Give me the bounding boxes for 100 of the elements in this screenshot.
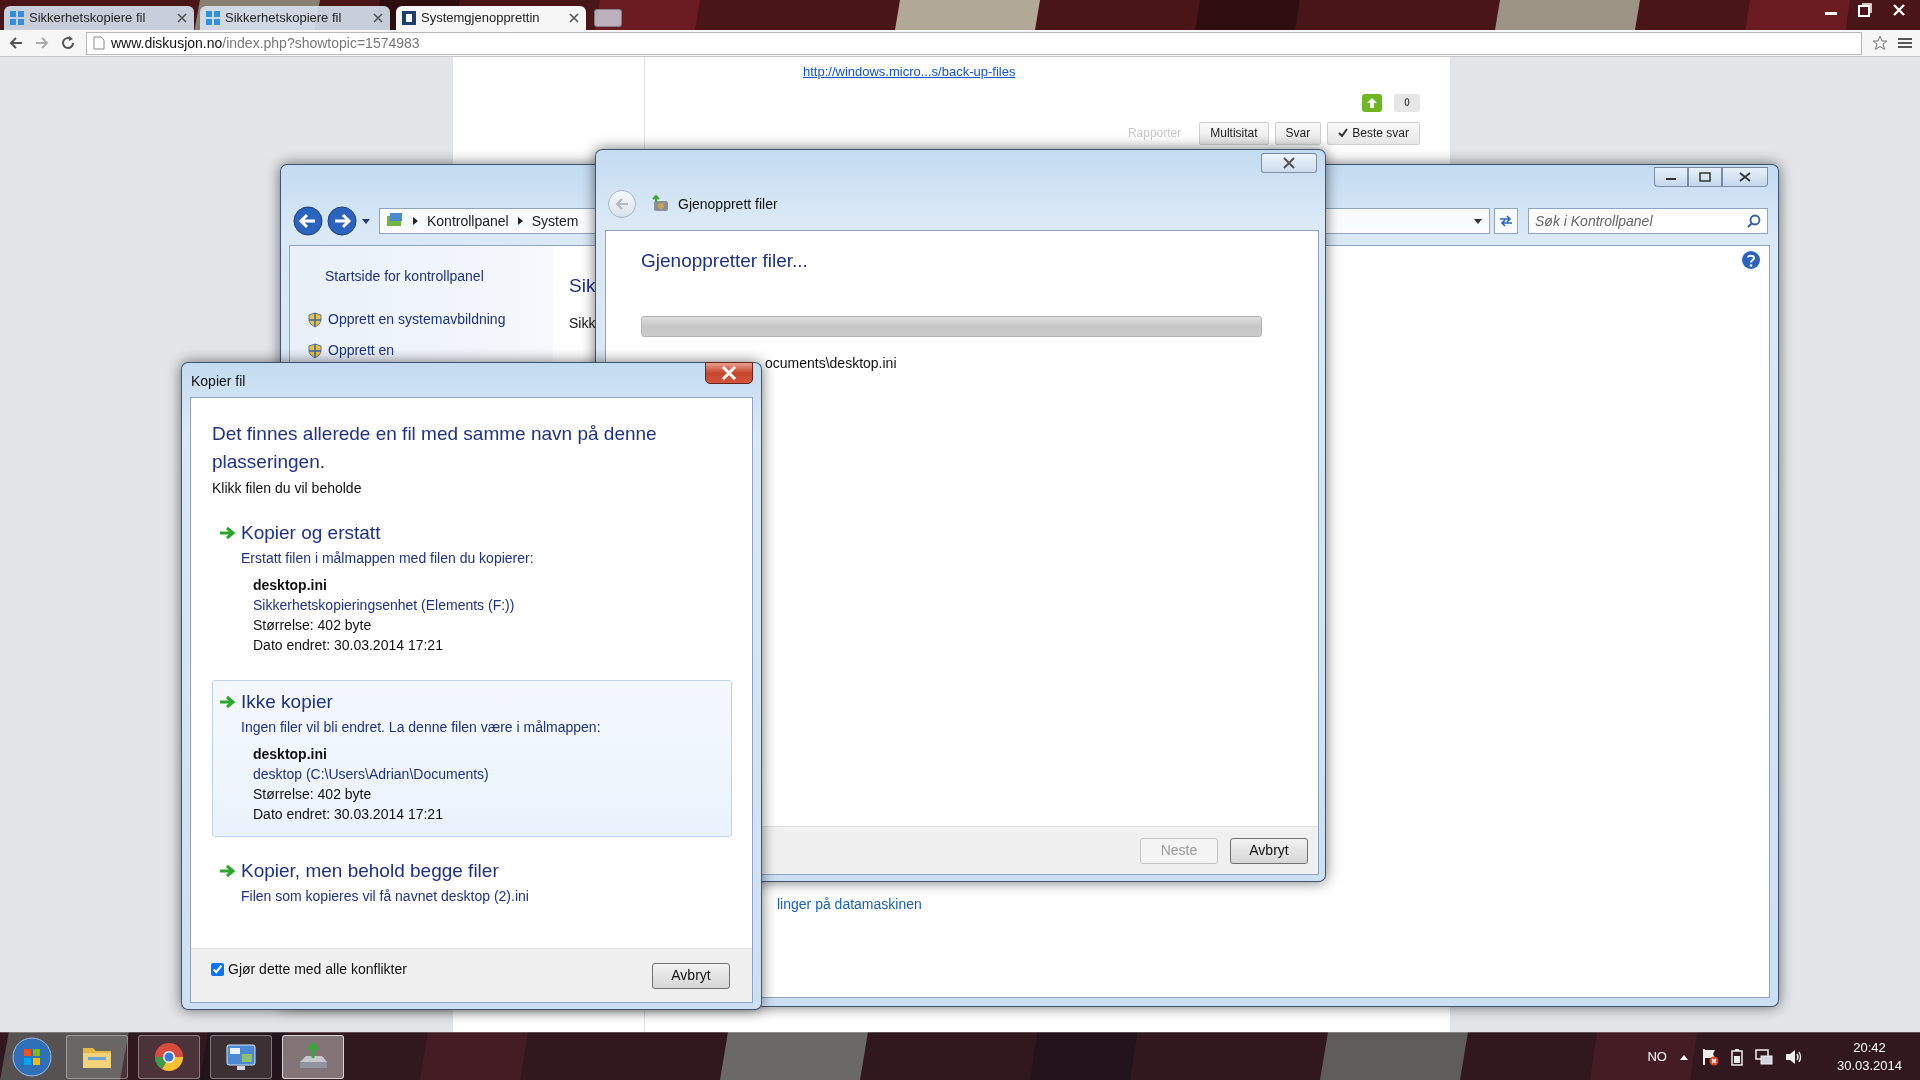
- search-icon[interactable]: [1747, 214, 1761, 228]
- close-button[interactable]: [1722, 167, 1768, 187]
- sidebar-link[interactable]: Opprett en: [328, 340, 395, 361]
- dialog-title: Gjenopprett filer: [678, 194, 778, 214]
- checkbox-label: Gjør dette med alle konflikter: [228, 960, 407, 979]
- taskbar-button[interactable]: [282, 1034, 344, 1079]
- option-title: Ikke kopier: [241, 690, 333, 714]
- close-icon: [1739, 172, 1751, 182]
- back-icon: [615, 198, 629, 210]
- refresh-button[interactable]: [1494, 208, 1518, 234]
- taskbar-button[interactable]: [66, 1034, 128, 1079]
- browser-tab[interactable]: Sikkerhetskopiere fil: [200, 6, 390, 30]
- taskbar-button[interactable]: [138, 1034, 200, 1079]
- dropdown-icon[interactable]: [1473, 217, 1483, 225]
- option-description: Erstatt filen i målmappen med filen du kopierer:: [241, 549, 535, 568]
- help-icon[interactable]: [1741, 250, 1761, 270]
- shield-icon: [308, 342, 322, 359]
- arrow-icon: [219, 694, 237, 710]
- forward-button[interactable]: [327, 206, 357, 236]
- star-icon[interactable]: [1872, 35, 1888, 51]
- close-button[interactable]: [1261, 153, 1317, 173]
- breadcrumb-item[interactable]: System: [531, 210, 579, 232]
- close-icon[interactable]: [568, 12, 580, 24]
- dialog-button[interactable]: Avbryt: [1230, 837, 1308, 864]
- restore-icon: [652, 195, 670, 213]
- option-title: Kopier og erstatt: [241, 521, 381, 545]
- flag-icon[interactable]: [1700, 1047, 1719, 1066]
- arrow-icon: [219, 525, 237, 541]
- file-date: Dato endret: 30.03.2014 17:21: [253, 636, 444, 655]
- page-heading: Sik: [569, 274, 597, 298]
- file-size: Størrelse: 402 byte: [253, 785, 373, 804]
- dropdown-icon[interactable]: [361, 217, 371, 225]
- menu-icon[interactable]: [1898, 36, 1912, 50]
- sidebar-link[interactable]: Opprett en systemavbildning: [328, 309, 506, 330]
- chevron-icon: [412, 216, 419, 226]
- maximize-icon[interactable]: [1858, 3, 1872, 17]
- address-bar[interactable]: www.diskusjon.no/index.php?showtopic=1574983: [86, 31, 1862, 55]
- post-action-button[interactable]: Svar: [1274, 121, 1322, 145]
- tab-title: Sikkerhetskopiere fil: [225, 9, 343, 28]
- dialog-heading: Gjenoppretter filer...: [641, 249, 809, 273]
- dialog-title: Kopier fil: [191, 372, 246, 391]
- clock-date[interactable]: 30.03.2014: [1836, 1056, 1902, 1075]
- post-link[interactable]: http://windows.micro...s/back-up-files: [803, 62, 1420, 82]
- breadcrumb-item[interactable]: Kontrollpanel: [427, 210, 509, 232]
- chevron-icon: [516, 216, 524, 226]
- back-button[interactable]: [293, 206, 323, 236]
- post-action-button[interactable]: Multisitat: [1199, 121, 1269, 145]
- shield-icon: [308, 311, 322, 328]
- vote-count: 0: [1394, 93, 1420, 112]
- body-text: Sikk: [569, 313, 596, 333]
- browser-tab[interactable]: Sikkerhetskopiere fil: [4, 6, 194, 30]
- file-location: Sikkerhetskopieringsenhet (Elements (F:)): [253, 596, 516, 615]
- tile-icon: [10, 11, 24, 25]
- back-icon[interactable]: [8, 35, 24, 51]
- post-action-button[interactable]: Beste svar: [1327, 121, 1420, 145]
- dialog-heading: Det finnes allerede en fil med samme navn på denne plasseringen.: [212, 422, 658, 474]
- arrow-icon: [1367, 97, 1377, 108]
- maximize-icon: [1699, 172, 1711, 182]
- maximize-button[interactable]: [1688, 167, 1722, 187]
- option-description: Filen som kopieres vil få navnet desktop (2).ini: [241, 887, 530, 906]
- close-button[interactable]: [705, 362, 753, 384]
- choice-option[interactable]: Ikke kopier Ingen filer vil bli endret. La denne filen være i målmappen: desktop.ini desktop (C:\Users\Adrian\Documents) Størrelse: 402 byte Dato endret: 30.03.2014 17:21: [212, 680, 732, 837]
- close-icon: [721, 366, 737, 380]
- choice-option[interactable]: Kopier og erstatt Erstatt filen i målmappen med filen du kopierer: desktop.ini Sikkerhetskopieringsenhet (Elements (F:)) Størrelse: 402 byte Dato endret: 30.03.2014 17:21: [212, 511, 732, 668]
- option-title: Kopier, men behold begge filer: [241, 859, 499, 883]
- file-location: desktop (C:\Users\Adrian\Documents): [253, 765, 490, 784]
- start-orb-icon: [12, 1036, 52, 1077]
- language-indicator[interactable]: NO: [1647, 1046, 1667, 1067]
- instruction-text: Klikk filen du vil beholde: [212, 479, 363, 498]
- close-icon: [1282, 157, 1296, 169]
- search-field[interactable]: Søk i Kontrollpanel: [1528, 208, 1768, 234]
- file-name: desktop.ini: [253, 576, 328, 595]
- clock-time[interactable]: 20:42: [1853, 1038, 1886, 1057]
- file-name: desktop.ini: [253, 745, 328, 764]
- refresh-icon: [1498, 214, 1514, 228]
- settings-link[interactable]: linger på datamaskinen: [777, 893, 922, 915]
- file-date: Dato endret: 30.03.2014 17:21: [253, 805, 444, 824]
- check-icon: [1338, 128, 1349, 138]
- speaker-icon[interactable]: [1784, 1047, 1803, 1066]
- file-size: Størrelse: 402 byte: [253, 616, 373, 635]
- arrow-icon: [219, 863, 237, 879]
- choice-option[interactable]: Kopier, men behold begge filer Filen som kopieres vil få navnet desktop (2).ini: [212, 849, 732, 920]
- page-icon: [402, 11, 416, 25]
- tab-title: Systemgjenopprettin: [421, 9, 541, 28]
- tab-title: Sikkerhetskopiere fil: [29, 9, 147, 28]
- new-tab-button[interactable]: [594, 9, 622, 27]
- reload-icon[interactable]: [60, 35, 76, 51]
- taskbar-button[interactable]: [210, 1034, 272, 1079]
- checkbox[interactable]: [211, 963, 224, 976]
- sidebar-link[interactable]: Startside for kontrollpanel: [325, 266, 484, 287]
- option-description: Ingen filer vil bli endret. La denne filen være i målmappen:: [241, 718, 602, 737]
- battery-icon[interactable]: [1730, 1047, 1743, 1066]
- file-path: ocuments\desktop.ini: [765, 353, 898, 373]
- network-icon[interactable]: [1754, 1047, 1773, 1066]
- minimize-button[interactable]: [1654, 167, 1688, 187]
- tile-icon: [206, 11, 220, 25]
- url-text: www.diskusjon.no/index.php?showtopic=1574983: [111, 33, 420, 53]
- cancel-button[interactable]: Avbryt: [652, 962, 730, 989]
- browser-tab[interactable]: Systemgjenopprettin: [396, 6, 586, 30]
- page-icon: [93, 36, 105, 50]
